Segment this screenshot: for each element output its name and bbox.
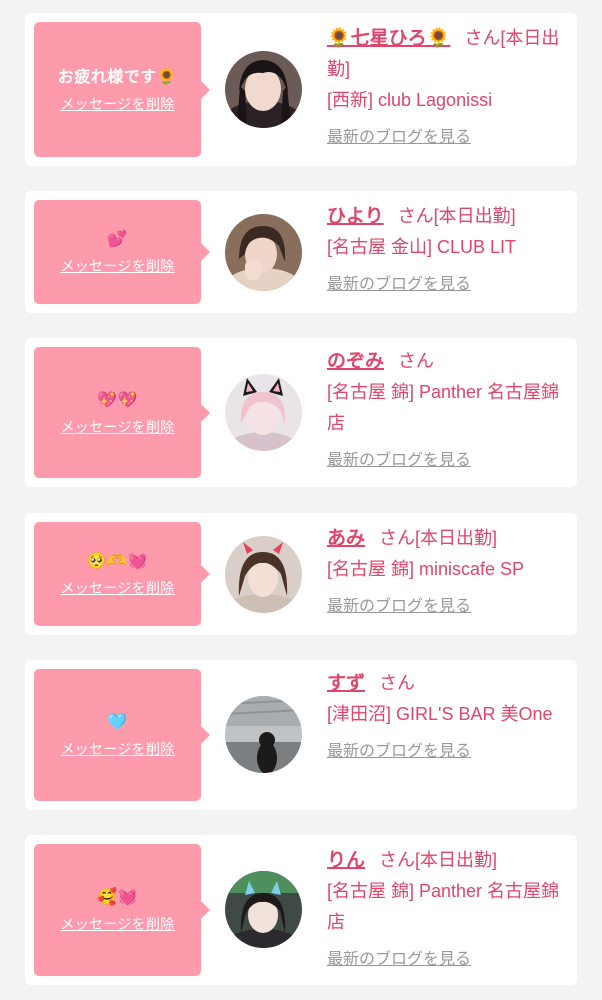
message-text: 🩵 [107,712,128,731]
cast-info: ひより さん[本日出勤] [名古屋 金山] CLUB LIT 最新のブログを見る [327,201,572,300]
delete-message-link[interactable]: メッセージを削除 [60,96,174,114]
message-card: 💕 メッセージを削除 ひより さん[本日出勤] [名古屋 金山] CLUB LIT… [25,191,577,313]
delete-message-link[interactable]: メッセージを削除 [60,419,174,437]
latest-blog-link[interactable]: 最新のブログを見る [327,122,471,153]
cast-name-link[interactable]: ひより [327,206,384,227]
delete-message-link[interactable]: メッセージを削除 [60,741,174,759]
shop-text: [津田沼] GIRL'S BAR 美One [327,704,553,724]
shop-text: [西新] club Lagonissi [327,90,493,110]
avatar[interactable] [225,51,302,128]
message-text: 🥰💓 [97,887,138,906]
cast-info: あみ さん[本日出勤] [名古屋 錦] miniscafe SP 最新のブログを見… [327,523,572,622]
honorific: さん [379,528,416,548]
latest-blog-link[interactable]: 最新のブログを見る [327,591,471,622]
latest-blog-link[interactable]: 最新のブログを見る [327,445,471,476]
avatar[interactable] [225,374,302,451]
honorific: さん [379,673,416,693]
latest-blog-link[interactable]: 最新のブログを見る [327,269,471,300]
shop-text: [名古屋 錦] miniscafe SP [327,559,525,579]
status-text: [本日出勤] [415,850,498,870]
latest-blog-link[interactable]: 最新のブログを見る [327,736,471,767]
delete-message-link[interactable]: メッセージを削除 [60,580,174,598]
cast-info: すず さん [津田沼] GIRL'S BAR 美One 最新のブログを見る [327,668,572,767]
shop-text: [名古屋 錦] Panther 名古屋錦店 [327,382,560,433]
message-card: 🩵 メッセージを削除 すず さん [津田沼] GIRL'S BAR 美One 最新… [25,660,577,810]
message-text: 🥺🫶💓 [86,551,149,570]
message-bubble: 💕 メッセージを削除 [34,200,210,304]
avatar[interactable] [225,871,302,948]
cast-name-link[interactable]: あみ [327,528,365,549]
honorific: さん [397,206,434,226]
cast-name-link[interactable]: 🌻七星ひろ🌻 [327,28,450,49]
message-text: お疲れ様です🌻 [57,66,178,86]
message-bubble: お疲れ様です🌻 メッセージを削除 [34,22,210,157]
cast-name-link[interactable]: のぞみ [327,351,384,372]
cast-name-link[interactable]: すず [327,673,365,694]
status-text: [本日出勤] [433,206,516,226]
message-bubble: 🥺🫶💓 メッセージを削除 [34,522,210,626]
honorific: さん [398,351,435,371]
cast-info: のぞみ さん [名古屋 錦] Panther 名古屋錦店 最新のブログを見る [327,346,572,476]
avatar[interactable] [225,214,302,291]
honorific: さん [379,850,416,870]
avatar[interactable] [225,536,302,613]
status-text: [本日出勤] [415,528,498,548]
shop-text: [名古屋 金山] CLUB LIT [327,237,517,257]
delete-message-link[interactable]: メッセージを削除 [60,916,174,934]
message-bubble: 🥰💓 メッセージを削除 [34,844,210,976]
honorific: さん [464,28,501,48]
message-text: 💕 [107,229,128,248]
shop-text: [名古屋 錦] Panther 名古屋錦店 [327,881,560,932]
message-card: 🥰💓 メッセージを削除 りん さん[本日出勤] [名古屋 錦] Panther 名… [25,835,577,985]
message-bubble: 🩵 メッセージを削除 [34,669,210,801]
message-card: お疲れ様です🌻 メッセージを削除 🌻七星ひろ🌻 さん[本日出勤] [西新] clu… [25,13,577,166]
latest-blog-link[interactable]: 最新のブログを見る [327,944,471,975]
message-bubble: 💖💖 メッセージを削除 [34,347,210,478]
cast-name-link[interactable]: りん [327,850,365,871]
cast-info: りん さん[本日出勤] [名古屋 錦] Panther 名古屋錦店 最新のブログを… [327,845,572,975]
cast-info: 🌻七星ひろ🌻 さん[本日出勤] [西新] club Lagonissi 最新のブロ… [327,23,572,153]
message-card: 🥺🫶💓 メッセージを削除 あみ さん[本日出勤] [名古屋 錦] miniscaf… [25,513,577,635]
avatar[interactable] [225,696,302,773]
message-card: 💖💖 メッセージを削除 のぞみ さん [名古屋 錦] Panther 名古屋錦店 … [25,338,577,487]
message-text: 💖💖 [97,389,138,409]
delete-message-link[interactable]: メッセージを削除 [60,258,174,276]
